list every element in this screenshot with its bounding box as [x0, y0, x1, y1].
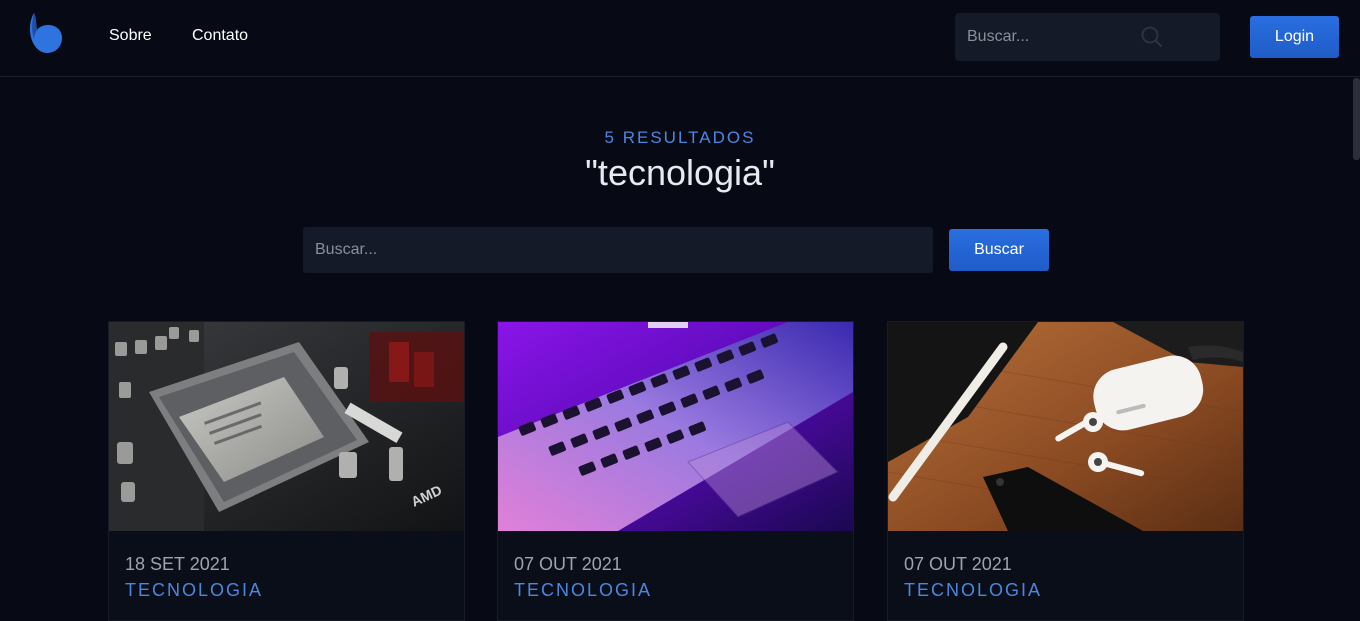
header-search-box	[955, 13, 1220, 61]
login-button[interactable]: Login	[1250, 16, 1339, 58]
post-date: 07 OUT 2021	[904, 554, 1012, 574]
results-count: 5 RESULTADOS	[604, 128, 756, 147]
search-input[interactable]	[303, 227, 933, 273]
post-date: 07 OUT 2021	[514, 554, 622, 574]
post-date: 18 SET 2021	[125, 554, 230, 574]
post-category[interactable]: TECNOLOGIA	[125, 580, 263, 601]
post-thumbnail[interactable]	[498, 322, 853, 531]
post-thumbnail[interactable]	[888, 322, 1243, 531]
post-thumbnail[interactable]: AMD	[109, 322, 464, 531]
nav-link-contato[interactable]: Contato	[192, 26, 248, 46]
search-button[interactable]: Buscar	[949, 229, 1049, 271]
search-icon[interactable]	[1141, 26, 1163, 48]
post-category[interactable]: TECNOLOGIA	[904, 580, 1042, 601]
cpu-motherboard-image: AMD	[109, 322, 464, 531]
post-category[interactable]: TECNOLOGIA	[514, 580, 652, 601]
top-navbar: Sobre Contato Login	[0, 0, 1360, 77]
brand-logo[interactable]	[28, 11, 64, 55]
nav-link-sobre[interactable]: Sobre	[109, 26, 152, 46]
post-card[interactable]: 07 OUT 2021 TECNOLOGIA	[887, 321, 1244, 621]
search-query-title: "tecnologia"	[585, 152, 775, 193]
post-card[interactable]: AMD 18 SET 2021 TECNOLOGIA	[108, 321, 465, 621]
laptop-keyboard-image	[498, 322, 853, 531]
post-card[interactable]: 07 OUT 2021 TECNOLOGIA	[497, 321, 854, 621]
airpods-image	[888, 322, 1243, 531]
